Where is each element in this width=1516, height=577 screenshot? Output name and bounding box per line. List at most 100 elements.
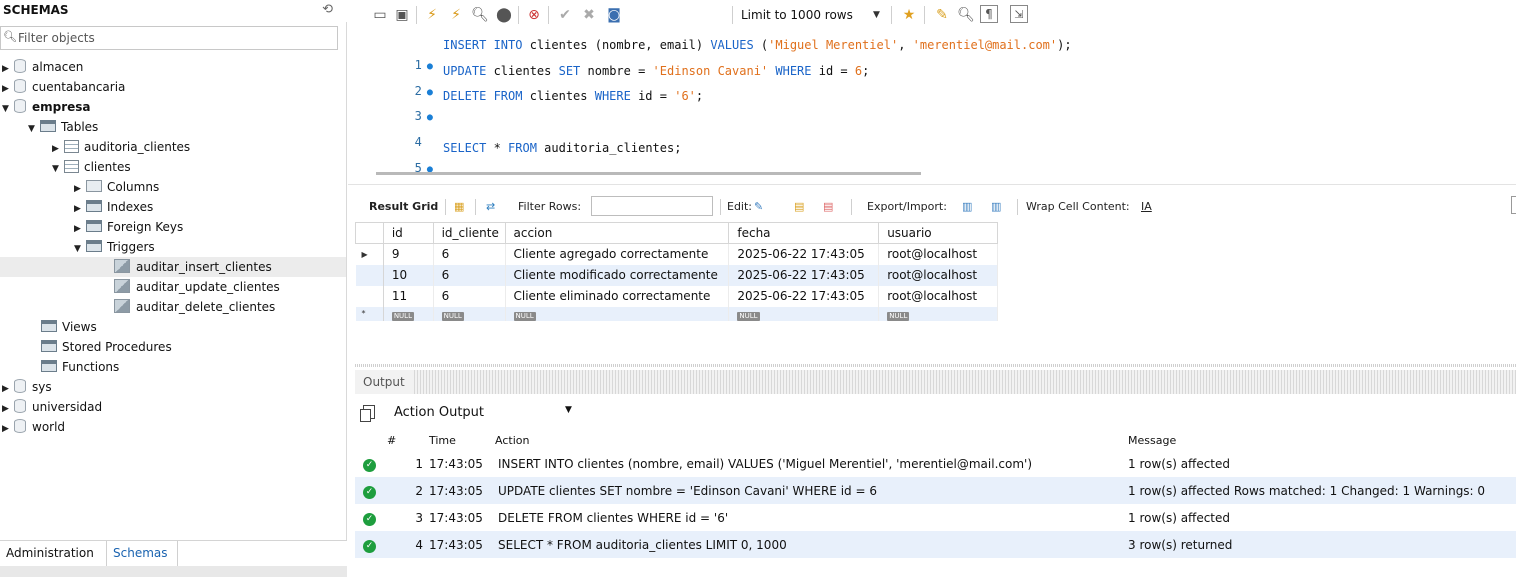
tree-schema-world[interactable]: ▶ world	[2, 417, 65, 437]
add-row-icon[interactable]: ▤	[794, 200, 804, 214]
tree-schema-universidad[interactable]: ▶ universidad	[2, 397, 102, 417]
limit-rows-select[interactable]: Limit to 1000 rows	[741, 5, 853, 25]
collapse-arrow-icon[interactable]: ▼	[28, 119, 40, 139]
expand-arrow-icon[interactable]: ▶	[2, 79, 14, 99]
table-row[interactable]: ✓ 3 17:43:05 DELETE FROM clientes WHERE …	[355, 504, 1516, 531]
tree-schema-cuentabancaria[interactable]: ▶ cuentabancaria	[2, 77, 125, 97]
table-row[interactable]: ✓ 4 17:43:05 SELECT * FROM auditoria_cli…	[355, 531, 1516, 558]
refresh-icon[interactable]: ⇄	[486, 200, 495, 214]
expand-arrow-icon[interactable]: ▶	[2, 59, 14, 79]
grid-cell[interactable]: root@localhost	[878, 285, 998, 307]
grid-cell[interactable]: 10	[383, 264, 434, 286]
grid-cell[interactable]: 2025-06-22 17:43:05	[728, 264, 880, 286]
expand-arrow-icon[interactable]: ▶	[74, 179, 86, 199]
tree-functions[interactable]: Functions	[41, 357, 119, 377]
output-type-select[interactable]: Action Output ▼	[355, 401, 585, 425]
column-header[interactable]: Time	[429, 430, 495, 450]
table-row[interactable]: ✓ 2 17:43:05 UPDATE clientes SET nombre …	[355, 477, 1516, 504]
filter-objects-input[interactable]: 🔍︎ Filter objects	[0, 26, 338, 50]
expand-arrow-icon[interactable]: ▶	[74, 219, 86, 239]
beautify-brush-icon[interactable]: ✎	[932, 5, 952, 25]
grid-cell[interactable]: 6	[433, 264, 506, 286]
table-row[interactable]: ✓ 1 17:43:05 INSERT INTO clientes (nombr…	[355, 450, 1516, 477]
filter-rows-input[interactable]	[591, 196, 713, 216]
column-header[interactable]: id_cliente	[432, 222, 506, 244]
delete-row-icon[interactable]: ▤	[823, 200, 833, 214]
column-header[interactable]: fecha	[728, 222, 880, 244]
invisible-chars-icon[interactable]: ¶	[980, 5, 998, 23]
expand-arrow-icon[interactable]: ▶	[2, 379, 14, 399]
column-header[interactable]: accion	[504, 222, 730, 244]
collapse-arrow-icon[interactable]: ▼	[2, 99, 14, 119]
grid-cell[interactable]: 11	[383, 285, 434, 307]
expand-arrow-icon[interactable]: ▶	[2, 419, 14, 439]
tree-table-clientes[interactable]: ▼ clientes	[52, 157, 131, 177]
tree-schema-almacen[interactable]: ▶ almacen	[2, 57, 83, 77]
edit-row-icon[interactable]: ✎	[754, 200, 763, 214]
expand-arrow-icon[interactable]: ▶	[52, 139, 64, 159]
tree-views[interactable]: Views	[41, 317, 97, 337]
import-icon[interactable]: ▥	[991, 200, 1001, 214]
side-panel-toggle[interactable]	[1511, 196, 1516, 214]
column-header[interactable]: Action	[495, 430, 1128, 450]
stop-icon[interactable]: ⬤	[494, 5, 514, 25]
column-header[interactable]: #	[387, 430, 429, 450]
new-row[interactable]: * NULL NULL NULL NULL NULL	[355, 306, 998, 321]
table-row[interactable]: 10 6 Cliente modificado correctamente 20…	[355, 264, 998, 286]
execute-lightning-icon[interactable]: ⚡	[422, 5, 442, 25]
tree-columns[interactable]: ▶ Columns	[74, 177, 159, 197]
copy-document-icon[interactable]	[360, 405, 375, 422]
grid-cell[interactable]: Cliente modificado correctamente	[505, 264, 730, 286]
expand-arrow-icon[interactable]: ▶	[2, 399, 14, 419]
add-snippet-star-icon[interactable]: ★	[899, 5, 919, 25]
collapse-arrow-icon[interactable]: ▼	[74, 239, 86, 259]
open-folder-icon[interactable]: ▭	[370, 5, 390, 25]
column-header[interactable]: id	[382, 222, 434, 244]
save-icon[interactable]: ▣	[392, 5, 412, 25]
tree-foreign-keys[interactable]: ▶ Foreign Keys	[74, 217, 183, 237]
refresh-icon[interactable]: ⟲	[322, 2, 333, 17]
execute-current-icon[interactable]: ⚡	[446, 5, 466, 25]
grid-cell[interactable]: NULL	[728, 306, 880, 321]
explain-magnifier-icon[interactable]: 🔍︎	[470, 5, 490, 25]
tree-trigger-insert[interactable]: auditar_insert_clientes	[0, 257, 346, 277]
tree-triggers[interactable]: ▼ Triggers	[74, 237, 155, 257]
table-row[interactable]: 11 6 Cliente eliminado correctamente 202…	[355, 285, 998, 307]
grid-cell[interactable]: Cliente agregado correctamente	[505, 243, 730, 265]
grid-view-icon[interactable]: ▦	[454, 200, 464, 214]
result-grid-tab[interactable]: Result Grid	[369, 200, 438, 214]
column-header[interactable]: Message	[1128, 430, 1516, 450]
column-header[interactable]: usuario	[878, 222, 998, 244]
tree-trigger-update[interactable]: auditar_update_clientes	[114, 277, 280, 297]
grid-cell[interactable]: 6	[433, 285, 506, 307]
tree-table-auditoria-clientes[interactable]: ▶ auditoria_clientes	[52, 137, 190, 157]
tree-schema-empresa[interactable]: ▼ empresa	[2, 97, 91, 117]
rollback-icon[interactable]: ✖	[579, 5, 599, 25]
grid-cell[interactable]: 2025-06-22 17:43:05	[728, 285, 880, 307]
grid-cell[interactable]: NULL	[505, 306, 730, 321]
tree-tables[interactable]: ▼ Tables	[28, 117, 98, 137]
grid-cell[interactable]: NULL	[383, 306, 434, 321]
chevron-down-icon[interactable]: ▼	[873, 5, 880, 25]
wrap-cell-icon[interactable]: IA	[1141, 200, 1152, 214]
grid-cell[interactable]: 2025-06-22 17:43:05	[728, 243, 880, 265]
grid-cell[interactable]: Cliente eliminado correctamente	[505, 285, 730, 307]
autocommit-toggle-icon[interactable]: ◙	[604, 5, 624, 25]
toggle-error-icon[interactable]: ⊗	[524, 5, 544, 25]
chevron-down-icon[interactable]: ▼	[565, 405, 572, 415]
grid-cell[interactable]: 6	[433, 243, 506, 265]
tab-administration[interactable]: Administration	[0, 541, 100, 566]
tree-indexes[interactable]: ▶ Indexes	[74, 197, 153, 217]
tree-trigger-delete[interactable]: auditar_delete_clientes	[114, 297, 275, 317]
collapse-arrow-icon[interactable]: ▼	[52, 159, 64, 179]
export-icon[interactable]: ▥	[962, 200, 972, 214]
sql-editor[interactable]: 1 ● INSERT INTO clientes (nombre, email) …	[348, 30, 1516, 185]
grid-cell[interactable]: root@localhost	[878, 264, 998, 286]
editor-horizontal-scrollbar[interactable]	[376, 172, 921, 175]
word-wrap-icon[interactable]: ⇲	[1010, 5, 1028, 23]
tree-schema-sys[interactable]: ▶ sys	[2, 377, 52, 397]
grid-cell[interactable]: NULL	[433, 306, 506, 321]
grid-cell[interactable]: root@localhost	[878, 243, 998, 265]
tab-schemas[interactable]: Schemas	[106, 541, 178, 566]
commit-icon[interactable]: ✔	[555, 5, 575, 25]
